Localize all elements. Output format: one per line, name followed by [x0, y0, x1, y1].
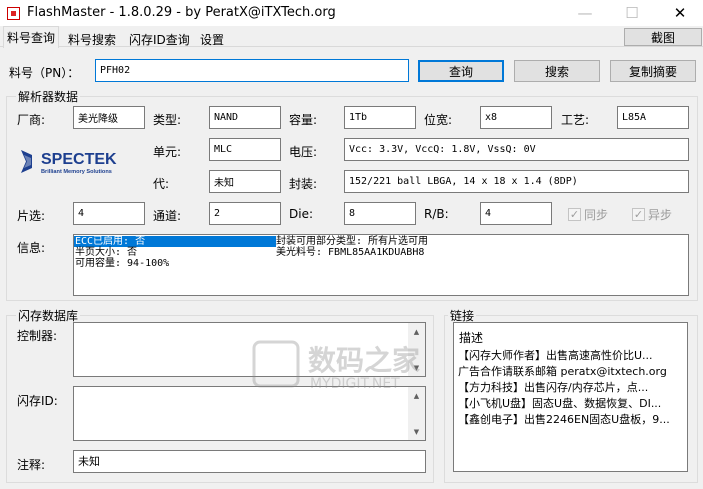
flashmaster-window: FlashMaster - 1.8.0.29 - by PeratX@iTXTe… — [0, 0, 703, 489]
note-label: 注释: — [17, 458, 46, 472]
part-number-input[interactable]: PFH02 — [95, 59, 409, 82]
link-item[interactable]: 【小飞机U盘】固态U盘、数据恢复、DI... — [454, 396, 687, 412]
controller-textarea[interactable]: ▲ ▼ — [73, 322, 426, 377]
package-field[interactable]: 152/221 ball LBGA, 14 x 18 x 1.4 (8DP) — [344, 170, 689, 193]
note-field[interactable]: 未知 — [73, 450, 426, 473]
channel-label: 通道: — [153, 209, 182, 223]
minimize-button[interactable]: — — [562, 0, 608, 26]
screenshot-button[interactable]: 截图 — [624, 28, 702, 46]
process-field[interactable]: L85A — [617, 106, 689, 129]
tab-bar: 料号查询 料号搜索 闪存ID查询 设置 — [0, 26, 703, 48]
voltage-label: 电压: — [289, 145, 318, 159]
ce-label: 片选: — [17, 209, 46, 223]
controller-label: 控制器: — [17, 329, 58, 343]
query-button[interactable]: 查询 — [418, 60, 504, 82]
tab-settings[interactable]: 设置 — [196, 28, 228, 47]
flash-id-scrollbar[interactable]: ▲ ▼ — [408, 387, 425, 440]
sync-check-icon: ✓ — [568, 208, 581, 221]
link-item[interactable]: 【鑫创电子】出售2246EN固态U盘板，9... — [454, 412, 687, 428]
rb-field[interactable]: 4 — [480, 202, 552, 225]
spectek-logo-tagline: Brilliant Memory Solutions — [41, 169, 112, 175]
info-line-micron-pn: 美光料号: FBML85AA1KDUABH8 — [276, 247, 425, 258]
spectek-logo-icon: SPECTEK Brilliant Memory Solutions — [21, 150, 117, 175]
window-title: FlashMaster - 1.8.0.29 - by PeratX@iTXTe… — [27, 5, 336, 20]
async-checkbox-label: 异步 — [648, 208, 673, 222]
flash-id-textarea[interactable]: ▲ ▼ — [73, 386, 426, 441]
vendor-field[interactable]: 美光降级 — [73, 106, 145, 129]
vendor-label: 厂商: — [17, 113, 46, 127]
info-line-half-page: 半页大小: 否 — [75, 247, 138, 258]
part-number-label: 料号（PN）： — [9, 66, 80, 80]
app-icon — [7, 7, 20, 20]
scroll-down-icon[interactable]: ▼ — [408, 359, 425, 376]
info-box[interactable]: ECC已启用: 否 半页大小: 否 可用容量: 94-100% 封装可用部分类型… — [73, 234, 689, 296]
link-item[interactable]: 【方力科技】出售闪存/内存芯片，点... — [454, 380, 687, 396]
sync-checkbox[interactable]: ✓ 同步 — [568, 206, 608, 223]
capacity-label: 容量: — [289, 113, 318, 127]
cell-field[interactable]: MLC — [209, 138, 281, 161]
voltage-field[interactable]: Vcc: 3.3V, VccQ: 1.8V, VssQ: 0V — [344, 138, 689, 161]
info-line-usable-capacity: 可用容量: 94-100% — [75, 258, 170, 269]
scroll-up-icon[interactable]: ▲ — [408, 387, 425, 404]
generation-label: 代: — [153, 177, 170, 191]
tab-part-search[interactable]: 料号搜索 — [64, 28, 120, 47]
controller-scrollbar[interactable]: ▲ ▼ — [408, 323, 425, 376]
link-item[interactable]: 广告合作请联系邮箱 peratx@itxtech.org — [454, 364, 687, 380]
flash-id-label: 闪存ID: — [17, 394, 58, 408]
sync-checkbox-label: 同步 — [584, 208, 609, 222]
scroll-down-icon[interactable]: ▼ — [408, 423, 425, 440]
async-check-icon: ✓ — [632, 208, 645, 221]
flashdb-group-title: 闪存数据库 — [16, 307, 81, 324]
channel-field[interactable]: 2 — [209, 202, 281, 225]
links-list-header: 描述 — [459, 331, 484, 345]
cell-label: 单元: — [153, 145, 182, 159]
search-button[interactable]: 搜索 — [514, 60, 600, 82]
link-item[interactable]: 【闪存大师作者】出售高速高性价比U... — [454, 348, 687, 364]
capacity-field[interactable]: 1Tb — [344, 106, 416, 129]
rb-label: R/B: — [424, 207, 449, 221]
width-field[interactable]: x8 — [480, 106, 552, 129]
spectek-logo-text: SPECTEK — [41, 151, 117, 168]
async-checkbox[interactable]: ✓ 异步 — [632, 206, 672, 223]
ce-field[interactable]: 4 — [73, 202, 145, 225]
info-line-package-type: 封装可用部分类型: 所有片选可用 — [276, 236, 429, 247]
width-label: 位宽: — [424, 113, 453, 127]
die-label: Die: — [289, 207, 313, 221]
info-line-ecc: ECC已启用: 否 — [74, 236, 276, 247]
package-label: 封装: — [289, 177, 318, 191]
scroll-up-icon[interactable]: ▲ — [408, 323, 425, 340]
tab-part-query[interactable]: 料号查询 — [3, 26, 60, 48]
type-label: 类型: — [153, 113, 182, 127]
spectek-logo: SPECTEK Brilliant Memory Solutions — [19, 146, 139, 178]
tab-flash-id-query[interactable]: 闪存ID查询 — [125, 28, 194, 47]
title-bar: FlashMaster - 1.8.0.29 - by PeratX@iTXTe… — [0, 0, 703, 26]
maximize-button[interactable]: ☐ — [609, 0, 655, 26]
parser-group-title: 解析器数据 — [16, 88, 81, 105]
close-button[interactable]: ✕ — [657, 0, 703, 26]
info-label: 信息: — [17, 241, 46, 255]
type-field[interactable]: NAND — [209, 106, 281, 129]
copy-summary-button[interactable]: 复制摘要 — [610, 60, 696, 82]
process-label: 工艺: — [561, 113, 590, 127]
die-field[interactable]: 8 — [344, 202, 416, 225]
links-list[interactable]: 描述 【闪存大师作者】出售高速高性价比U... 广告合作请联系邮箱 peratx… — [453, 322, 688, 472]
generation-field[interactable]: 未知 — [209, 170, 281, 193]
